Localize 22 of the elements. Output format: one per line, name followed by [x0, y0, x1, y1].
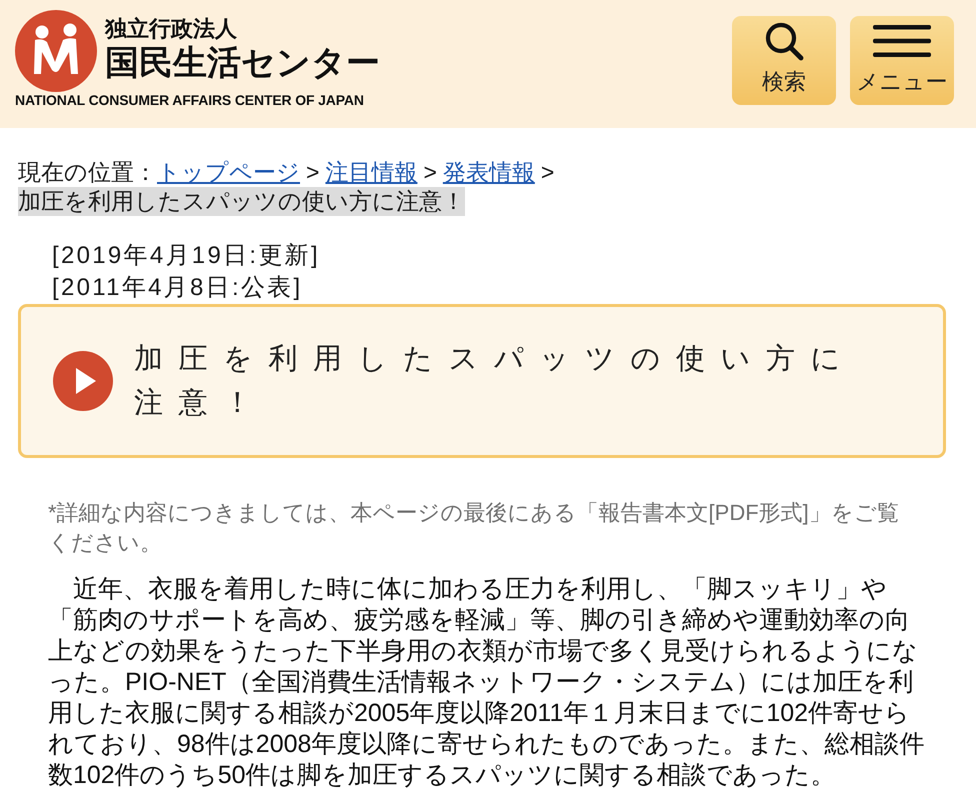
page-title: 加圧を利用したスパッツの使い方に注意！: [134, 342, 857, 421]
play-icon: [53, 351, 113, 411]
search-button[interactable]: 検索: [732, 16, 836, 105]
menu-button[interactable]: メニュー: [850, 16, 954, 105]
breadcrumb-link[interactable]: 発表情報: [442, 159, 535, 185]
menu-icon: [873, 25, 931, 57]
breadcrumb-separator: >: [306, 159, 320, 185]
breadcrumb-label: 現在の位置：: [18, 159, 157, 185]
body-paragraph: 近年、衣服を着用した時に体に加わる圧力を利用し、「脚スッキリ」や「筋肉のサポートを高め、疲労感を軽減」等、脚の引き締めや運動効率の向上などの効果をうたった下半身用の衣類が市場で多く見受けられるようになった。PIO-NET（全国消費生活情報ネットワーク・システム）には加圧を利用した衣服に関する相談が2005年度以降2011年１月末日までに102件寄せられており、98件は2008年度以降に寄せられたものであった。また、総相談件数102件のうち50件は脚を加圧するスパッツに関する相談であった。: [48, 574, 926, 791]
date-text: [2011年4月8日:公表]: [52, 273, 303, 303]
note-text: *詳細な内容につきましては、本ページの最後にある「報告書本文[PDF形式]」をご覧ください。: [48, 499, 900, 557]
search-icon: [764, 21, 804, 61]
breadcrumb-separator: >: [423, 159, 437, 185]
current-page-crumb: 加圧を利用したスパッツの使い方に注意！: [18, 187, 465, 216]
breadcrumb-link[interactable]: トップページ: [157, 159, 300, 185]
two-people-logo-icon: [15, 10, 97, 92]
org-name-text: 国民生活センター: [105, 43, 380, 84]
date-text: [2019年4月19日:更新]: [52, 241, 320, 271]
breadcrumb-separator: >: [540, 159, 554, 185]
org-type-text: 独立行政法人: [105, 16, 237, 42]
breadcrumb-link[interactable]: 注目情報: [325, 159, 418, 185]
org-english-name: NATIONAL CONSUMER AFFAIRS CENTER OF JAPAN: [15, 92, 364, 109]
